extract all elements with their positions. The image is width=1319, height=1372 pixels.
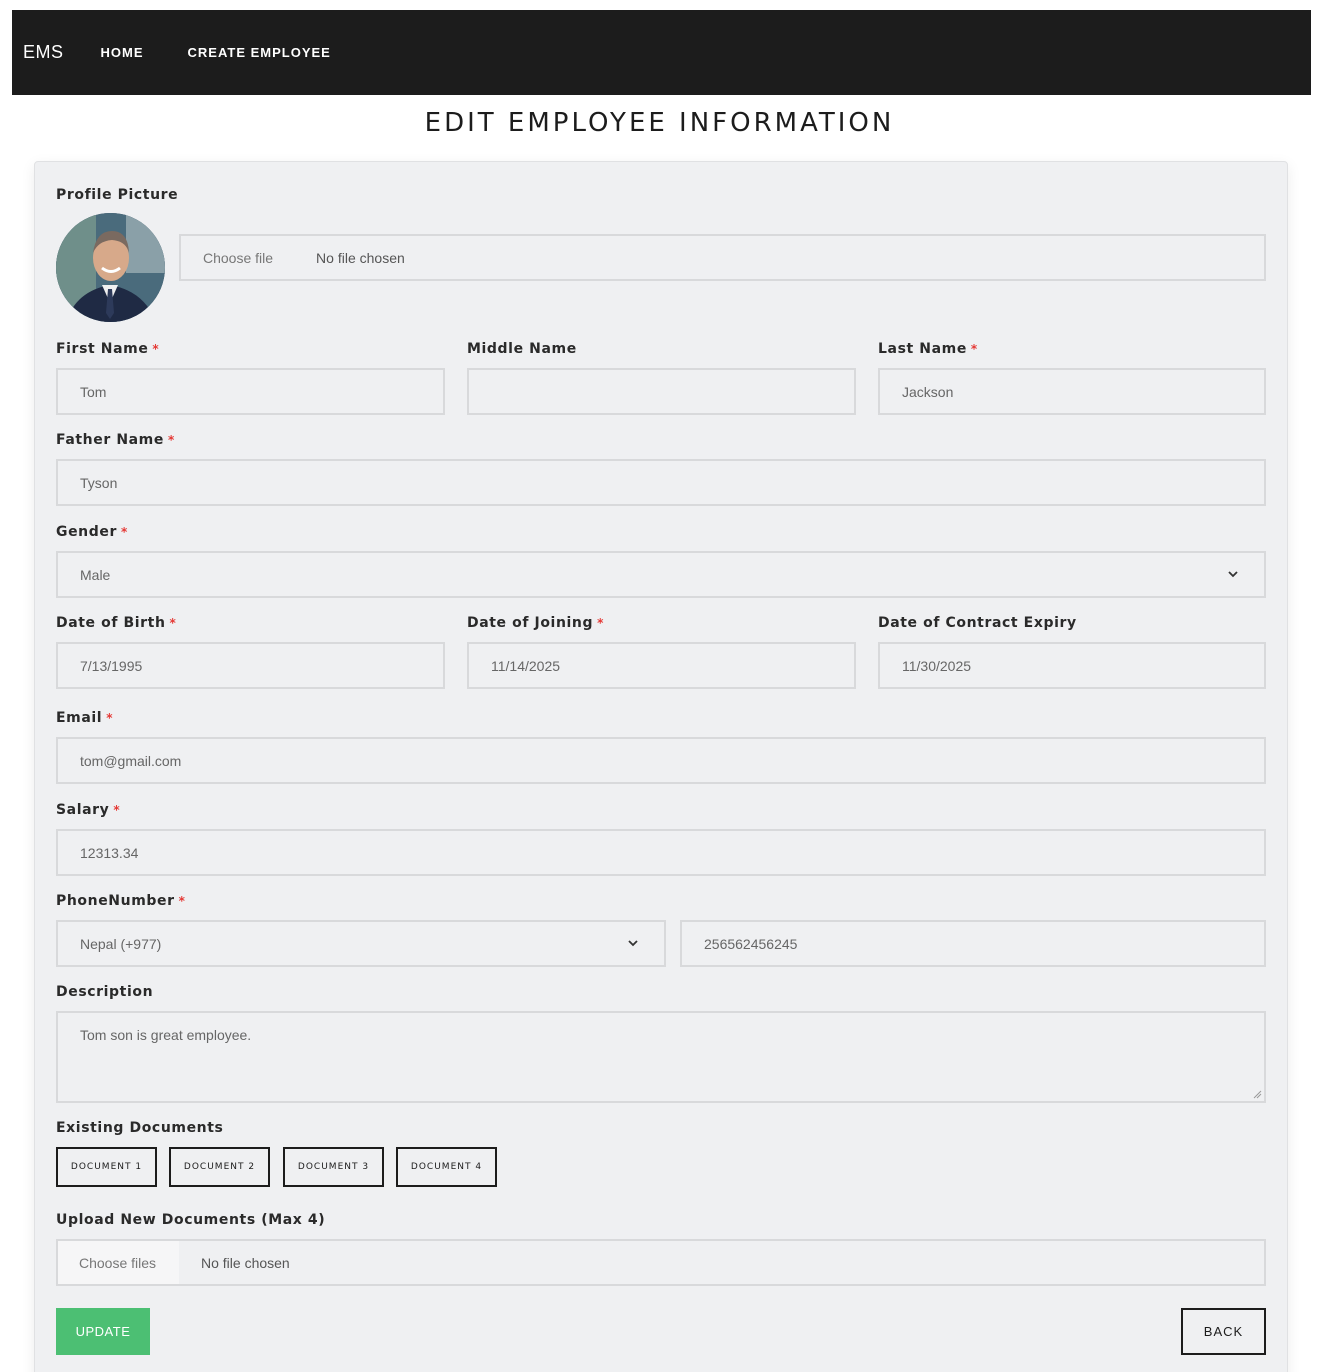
middle-name-input[interactable] xyxy=(467,368,856,415)
description-label-text: Description xyxy=(56,984,154,1000)
dob-input[interactable]: 7/13/1995 xyxy=(56,642,445,689)
phone-country-value: Nepal (+977) xyxy=(80,935,162,952)
father-name-value: Tyson xyxy=(80,474,118,491)
last-name-value: Jackson xyxy=(902,383,954,400)
document-1-button[interactable]: DOCUMENT 1 xyxy=(56,1147,157,1187)
description-label: Description xyxy=(56,984,153,1000)
dob-value: 7/13/1995 xyxy=(80,657,143,674)
dob-label: Date of Birth * xyxy=(56,615,176,631)
contract-expiry-input[interactable]: 11/30/2025 xyxy=(878,642,1266,689)
brand-logo[interactable]: EMS xyxy=(23,42,64,63)
salary-input[interactable]: 12313.34 xyxy=(56,829,1266,876)
document-3-button[interactable]: DOCUMENT 3 xyxy=(283,1147,384,1187)
profile-avatar xyxy=(56,213,165,322)
required-marker: * xyxy=(106,711,114,725)
upload-documents-status: No file chosen xyxy=(201,1254,290,1271)
father-name-input[interactable]: Tyson xyxy=(56,459,1266,506)
middle-name-label-text: Middle Name xyxy=(467,341,577,357)
profile-picture-choose-button[interactable]: Choose file xyxy=(203,250,273,266)
doj-label: Date of Joining * xyxy=(467,615,604,631)
edit-employee-form: Profile Picture Choose file No file chos… xyxy=(34,161,1288,1372)
resize-grip-icon[interactable] xyxy=(1252,1089,1262,1099)
contract-expiry-value: 11/30/2025 xyxy=(902,657,972,674)
phone-country-select[interactable]: Nepal (+977) xyxy=(56,920,666,967)
gender-value: Male xyxy=(80,566,111,583)
middle-name-label: Middle Name xyxy=(467,341,577,357)
gender-label-text: Gender xyxy=(56,524,117,540)
salary-label: Salary * xyxy=(56,802,120,818)
phone-number-value: 256562456245 xyxy=(704,935,798,952)
email-label: Email * xyxy=(56,710,113,726)
father-name-label-text: Father Name xyxy=(56,432,164,448)
email-label-text: Email xyxy=(56,710,103,726)
first-name-label: First Name * xyxy=(56,341,159,357)
doj-value: 11/14/2025 xyxy=(491,657,561,674)
existing-documents-label-text: Existing Documents xyxy=(56,1120,224,1136)
required-marker: * xyxy=(167,433,175,447)
required-marker: * xyxy=(597,616,604,630)
required-marker: * xyxy=(970,342,978,356)
required-marker: * xyxy=(120,525,128,539)
chevron-down-icon xyxy=(1228,571,1238,578)
dob-label-text: Date of Birth xyxy=(56,615,166,631)
profile-picture-file-input[interactable]: Choose file No file chosen xyxy=(179,234,1266,281)
salary-value: 12313.34 xyxy=(80,844,139,861)
profile-picture-label: Profile Picture xyxy=(56,187,178,203)
last-name-label-text: Last Name xyxy=(878,341,967,357)
required-marker: * xyxy=(113,803,121,817)
phone-number-input[interactable]: 256562456245 xyxy=(680,920,1266,967)
page-title: EDIT EMPLOYEE INFORMATION xyxy=(424,108,895,138)
upload-documents-input[interactable]: Choose files No file chosen xyxy=(56,1239,1266,1286)
first-name-value: Tom xyxy=(80,383,107,400)
last-name-input[interactable]: Jackson xyxy=(878,368,1266,415)
document-4-button[interactable]: DOCUMENT 4 xyxy=(396,1147,497,1187)
nav-home-link[interactable]: HOME xyxy=(101,45,144,60)
update-button[interactable]: UPDATE xyxy=(56,1308,150,1355)
last-name-label: Last Name * xyxy=(878,341,978,357)
profile-picture-label-text: Profile Picture xyxy=(56,187,179,203)
choose-files-button[interactable]: Choose files xyxy=(58,1241,179,1284)
phone-label-text: PhoneNumber xyxy=(56,893,175,909)
existing-documents-label: Existing Documents xyxy=(56,1120,223,1136)
gender-label: Gender * xyxy=(56,524,128,540)
required-marker: * xyxy=(178,894,186,908)
nav-create-employee-link[interactable]: CREATE EMPLOYEE xyxy=(188,45,331,60)
avatar-portrait-image xyxy=(56,213,165,322)
first-name-label-text: First Name xyxy=(56,341,149,357)
first-name-input[interactable]: Tom xyxy=(56,368,445,415)
required-marker: * xyxy=(152,342,160,356)
contract-expiry-label: Date of Contract Expiry xyxy=(878,615,1077,631)
father-name-label: Father Name * xyxy=(56,432,175,448)
contract-expiry-label-text: Date of Contract Expiry xyxy=(878,615,1077,631)
description-value: Tom son is great employee. xyxy=(80,1027,252,1043)
doj-input[interactable]: 11/14/2025 xyxy=(467,642,856,689)
phone-label: PhoneNumber * xyxy=(56,893,186,909)
description-textarea[interactable]: Tom son is great employee. xyxy=(56,1011,1266,1103)
document-2-button[interactable]: DOCUMENT 2 xyxy=(169,1147,270,1187)
required-marker: * xyxy=(169,616,177,630)
email-input[interactable]: tom@gmail.com xyxy=(56,737,1266,784)
upload-documents-label-text: Upload New Documents (Max 4) xyxy=(56,1212,326,1228)
doj-label-text: Date of Joining xyxy=(467,615,594,631)
email-value: tom@gmail.com xyxy=(80,752,182,769)
back-button[interactable]: BACK xyxy=(1181,1308,1266,1355)
profile-picture-status: No file chosen xyxy=(316,249,405,266)
upload-documents-label: Upload New Documents (Max 4) xyxy=(56,1212,325,1228)
gender-select[interactable]: Male xyxy=(56,551,1266,598)
salary-label-text: Salary xyxy=(56,802,110,818)
chevron-down-icon xyxy=(628,940,638,947)
navbar: EMS HOME CREATE EMPLOYEE xyxy=(12,10,1311,95)
